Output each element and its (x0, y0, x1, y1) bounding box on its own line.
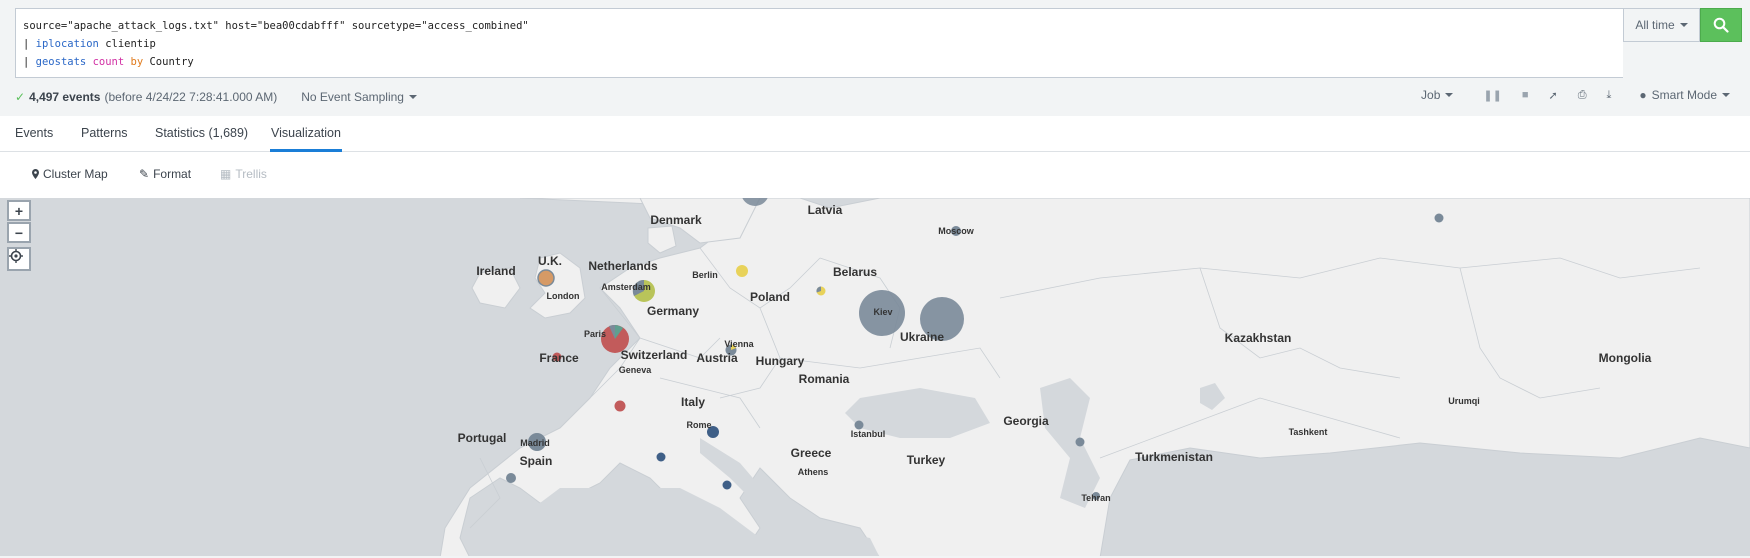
map-label-city: Madrid (520, 438, 550, 448)
job-menu-label: Job (1421, 88, 1441, 102)
tab-events[interactable]: Events (15, 126, 53, 140)
job-menu[interactable]: Job (1421, 88, 1454, 102)
search-query-input[interactable]: source="apache_attack_logs.txt" host="be… (15, 8, 1623, 78)
map-label-country: France (539, 351, 579, 365)
chevron-down-icon (1445, 93, 1454, 97)
map-label-city: Moscow (938, 226, 974, 236)
map-label-country: U.K. (538, 254, 562, 268)
search-button[interactable] (1700, 8, 1742, 42)
map-label-country: Latvia (807, 203, 843, 217)
pencil-icon: ✎ (139, 167, 150, 181)
time-range-picker[interactable]: All time (1623, 8, 1700, 42)
zoom-controls: + − (7, 200, 31, 243)
event-time-note: (before 4/24/22 7:28:41.000 AM) (104, 90, 278, 104)
viz-type-picker[interactable]: Cluster Map (32, 167, 108, 181)
event-count: 4,497 events (29, 90, 101, 104)
results-tabs: Events Patterns Statistics (1,689) Visua… (0, 116, 1750, 152)
tab-statistics[interactable]: Statistics (1,689) (155, 126, 248, 140)
map-label-country: Poland (749, 290, 791, 304)
map-label-city: Istanbul (850, 429, 886, 439)
map-label-city: Geneva (618, 365, 652, 375)
map-label-city: London (546, 291, 580, 301)
print-icon[interactable]: ⎙ (1578, 89, 1587, 102)
map-label-country: Turkey (906, 453, 946, 467)
map-label-city: Tashkent (1288, 427, 1328, 437)
map-label-country: Georgia (1003, 414, 1049, 428)
checkmark-icon: ✓ (15, 90, 26, 104)
tab-patterns[interactable]: Patterns (81, 126, 128, 140)
search-icon (1713, 17, 1729, 33)
zoom-out-button[interactable]: − (7, 222, 31, 243)
format-label: Format (153, 167, 192, 181)
map-label-city: Urumqi (1448, 396, 1480, 406)
job-controls: Job ❚❚ ■ ➚ ⎙ ⤓ ● Smart Mode (1421, 88, 1730, 102)
job-status-row: ✓ 4,497 events (before 4/24/22 7:28:41.0… (0, 80, 1750, 116)
map-label-country: Kazakhstan (1224, 331, 1292, 345)
land-denmark (647, 225, 677, 254)
search-bar-row: source="apache_attack_logs.txt" host="be… (0, 0, 1750, 80)
map-label-country: Austria (696, 351, 738, 365)
map-label-country: Netherlands (588, 259, 658, 273)
viz-type-label: Cluster Map (43, 167, 108, 181)
bulb-icon: ● (1639, 88, 1647, 102)
map-label-city: Kiev (873, 307, 893, 317)
map-label-country: Ukraine (899, 330, 945, 344)
cluster-map[interactable]: Denmark Latvia Ireland U.K. Netherlands … (0, 198, 1750, 556)
map-pin-icon (32, 169, 39, 179)
chevron-down-icon (408, 95, 417, 99)
map-label-country: Hungary (755, 354, 805, 368)
crosshair-icon (9, 249, 23, 263)
map-label-city: Athens (797, 467, 829, 477)
map-label-city: Vienna (724, 339, 754, 349)
map-label-country: Romania (798, 372, 850, 386)
map-label-country: Italy (680, 395, 706, 409)
map-label-country: Denmark (650, 213, 702, 227)
map-label-city: Paris (583, 329, 607, 339)
map-label-country: Germany (646, 304, 700, 318)
map-label-city: Berlin (692, 270, 718, 280)
query-line-3: | geostats count by Country (23, 56, 194, 68)
map-label-country: Turkmenistan (1135, 450, 1213, 464)
trellis-grid-icon: ▦ (220, 167, 232, 181)
map-label-country: Belarus (832, 265, 878, 279)
visualization-toolbar: Cluster Map ✎ Format ▦ Trellis (0, 152, 1750, 198)
stop-icon[interactable]: ■ (1522, 89, 1529, 101)
map-label-country: Mongolia (1598, 351, 1652, 365)
map-basemap (439, 198, 1750, 556)
trellis-button: ▦ Trellis (220, 167, 267, 181)
event-sampling-dropdown[interactable]: No Event Sampling (301, 90, 417, 104)
share-icon[interactable]: ➚ (1548, 89, 1557, 102)
map-label-city: Amsterdam (601, 282, 651, 292)
map-label-country: Switzerland (620, 348, 688, 362)
time-range-label: All time (1635, 18, 1675, 32)
query-line-1: source="apache_attack_logs.txt" host="be… (23, 20, 529, 32)
map-label-city: Tehran (1081, 493, 1111, 503)
map-label-city: Rome (686, 420, 712, 430)
export-icon[interactable]: ⤓ (1607, 89, 1612, 102)
locate-button[interactable] (7, 247, 31, 271)
format-button[interactable]: ✎ Format (139, 167, 191, 181)
event-summary: ✓ 4,497 events (before 4/24/22 7:28:41.0… (15, 90, 417, 104)
pause-icon[interactable]: ❚❚ (1483, 89, 1501, 102)
map-label-country: Ireland (476, 264, 516, 278)
query-line-2: | iplocation clientip (23, 38, 156, 50)
tab-visualization[interactable]: Visualization (271, 126, 341, 140)
search-mode-label: Smart Mode (1651, 88, 1717, 102)
map-label-country: Greece (790, 446, 832, 460)
trellis-label: Trellis (235, 167, 267, 181)
chevron-down-icon (1679, 23, 1688, 27)
chevron-down-icon (1722, 93, 1730, 97)
zoom-in-button[interactable]: + (7, 200, 31, 221)
search-mode-dropdown[interactable]: ● Smart Mode (1639, 88, 1730, 102)
map-label-country: Portugal (457, 431, 507, 445)
event-sampling-label: No Event Sampling (301, 90, 404, 104)
map-label-country: Spain (519, 454, 553, 468)
